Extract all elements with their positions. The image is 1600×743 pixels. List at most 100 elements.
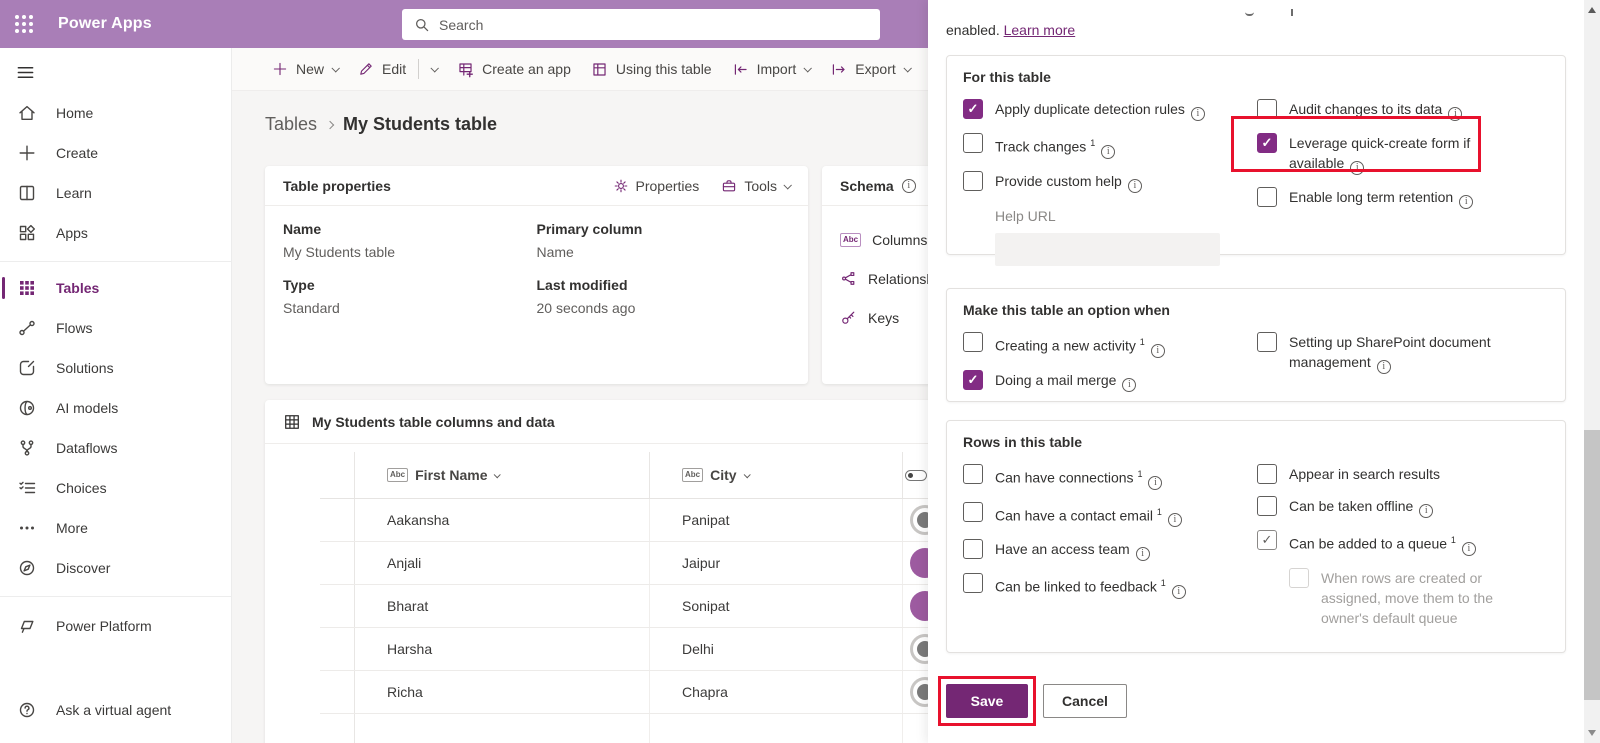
- sidebar-item-apps[interactable]: Apps: [0, 213, 231, 253]
- tools-label: Tools: [744, 178, 777, 194]
- checkbox[interactable]: [1257, 99, 1277, 119]
- sidebar-item-tables[interactable]: Tables: [0, 268, 231, 308]
- sidebar-item-ai-models[interactable]: AI models: [0, 388, 231, 428]
- sidebar-item-flows[interactable]: Flows: [0, 308, 231, 348]
- info-icon[interactable]: [1136, 547, 1150, 561]
- sidebar-item-label: Create: [56, 145, 98, 161]
- learn-more-link[interactable]: Learn more: [1004, 22, 1076, 38]
- scrollbar-thumb[interactable]: [1584, 430, 1600, 700]
- sidebar-item-dataflows[interactable]: Dataflows: [0, 428, 231, 468]
- checkmark-icon: [964, 100, 982, 118]
- info-icon[interactable]: [1350, 161, 1364, 175]
- scroll-up-arrow-icon[interactable]: [1588, 7, 1596, 13]
- apps-grid-icon: [17, 223, 37, 243]
- checkbox[interactable]: [1257, 332, 1277, 352]
- nav-divider: [0, 596, 231, 597]
- sidebar-item-label: Solutions: [56, 360, 114, 376]
- sidebar-item-home[interactable]: Home: [0, 93, 231, 133]
- book-icon: [17, 183, 37, 203]
- breadcrumb-tables-link[interactable]: Tables: [265, 114, 317, 135]
- export-icon: [830, 61, 847, 78]
- info-icon[interactable]: [1128, 179, 1142, 193]
- briefcase-icon: [721, 178, 737, 194]
- import-button[interactable]: Import: [722, 48, 821, 90]
- checkbox[interactable]: [963, 573, 983, 593]
- app-launcher-button[interactable]: [0, 0, 48, 48]
- info-icon[interactable]: [1168, 513, 1182, 527]
- checkbox-row-access-team: Have an access team: [963, 539, 1257, 561]
- info-icon[interactable]: [1101, 145, 1115, 159]
- tools-button[interactable]: Tools: [721, 178, 790, 194]
- settings-intro-text: enabled. Learn more: [946, 22, 1075, 38]
- column-header-first-name[interactable]: Abc First Name: [355, 452, 650, 498]
- checkmark-icon: [1290, 569, 1308, 587]
- export-button[interactable]: Export: [820, 48, 919, 90]
- help-url-input[interactable]: [995, 233, 1220, 266]
- sidebar-item-ask-virtual-agent[interactable]: Ask a virtual agent: [0, 690, 231, 730]
- checkbox[interactable]: [963, 464, 983, 484]
- info-icon[interactable]: [1459, 195, 1473, 209]
- checkbox-row-long-term-retention: Enable long term retention: [1257, 187, 1549, 209]
- checkbox-row-taken-offline: Can be taken offline: [1257, 496, 1549, 518]
- save-button[interactable]: Save: [946, 684, 1028, 718]
- info-icon[interactable]: [1191, 107, 1205, 121]
- checkbox[interactable]: [963, 502, 983, 522]
- info-icon[interactable]: [1448, 107, 1462, 121]
- checkbox-label: Audit changes to its data: [1289, 99, 1507, 121]
- sidebar-item-learn[interactable]: Learn: [0, 173, 231, 213]
- sidebar-item-discover[interactable]: Discover: [0, 548, 231, 588]
- checkbox[interactable]: [1257, 187, 1277, 207]
- checkbox[interactable]: [1257, 464, 1277, 484]
- global-search-box[interactable]: [402, 9, 880, 40]
- sidebar-item-more[interactable]: More: [0, 508, 231, 548]
- edit-split-chevron[interactable]: [421, 48, 447, 90]
- checkbox-label: Track changes 1: [995, 133, 1257, 159]
- edit-button[interactable]: Edit: [348, 48, 416, 90]
- checkbox[interactable]: [963, 99, 983, 119]
- chevron-down-icon: [431, 64, 439, 72]
- checkbox[interactable]: [963, 133, 983, 153]
- row-select-gutter[interactable]: [320, 585, 355, 627]
- page-title: My Students table: [343, 114, 497, 135]
- checkbox-label: Apply duplicate detection rules: [995, 99, 1257, 121]
- create-an-app-button[interactable]: Create an app: [447, 48, 581, 90]
- checkbox[interactable]: [1257, 496, 1277, 516]
- cell-first-name: Richa: [387, 684, 423, 700]
- checkbox-row-creating-new-activity: Creating a new activity 1: [963, 332, 1257, 358]
- info-icon[interactable]: [1148, 476, 1162, 490]
- row-select-gutter[interactable]: [320, 542, 355, 584]
- sidebar-item-power-platform[interactable]: Power Platform: [0, 606, 231, 646]
- info-icon[interactable]: [1377, 360, 1391, 374]
- checkbox[interactable]: [963, 370, 983, 390]
- section-title: For this table: [963, 69, 1549, 85]
- info-icon[interactable]: [1419, 504, 1433, 518]
- column-header-city[interactable]: Abc City: [650, 452, 903, 498]
- info-icon[interactable]: [902, 179, 916, 193]
- page-scrollbar[interactable]: [1584, 0, 1600, 743]
- checkbox[interactable]: [963, 332, 983, 352]
- sidebar-item-choices[interactable]: Choices: [0, 468, 231, 508]
- cell-city: Chapra: [682, 684, 728, 700]
- checkbox[interactable]: [1257, 530, 1277, 550]
- checkbox[interactable]: [963, 171, 983, 191]
- checkbox[interactable]: [963, 539, 983, 559]
- row-select-gutter[interactable]: [320, 671, 355, 713]
- properties-button[interactable]: Properties: [613, 178, 700, 194]
- collapse-nav-button[interactable]: [0, 52, 48, 92]
- search-input[interactable]: [439, 17, 868, 33]
- using-this-table-button[interactable]: Using this table: [581, 48, 722, 90]
- info-icon[interactable]: [1151, 344, 1165, 358]
- row-select-gutter[interactable]: [320, 499, 355, 541]
- row-select-gutter[interactable]: [320, 628, 355, 670]
- info-icon[interactable]: [1122, 378, 1136, 392]
- info-icon[interactable]: [1172, 585, 1186, 599]
- sidebar-item-create[interactable]: Create: [0, 133, 231, 173]
- scroll-down-arrow-icon[interactable]: [1588, 730, 1596, 736]
- info-icon[interactable]: [1462, 542, 1476, 556]
- ellipsis-icon: [17, 518, 37, 538]
- cancel-button[interactable]: Cancel: [1043, 684, 1127, 718]
- new-button[interactable]: New: [262, 48, 348, 90]
- checkbox[interactable]: [1257, 133, 1277, 153]
- sidebar-item-solutions[interactable]: Solutions: [0, 348, 231, 388]
- table-icon: [283, 413, 301, 431]
